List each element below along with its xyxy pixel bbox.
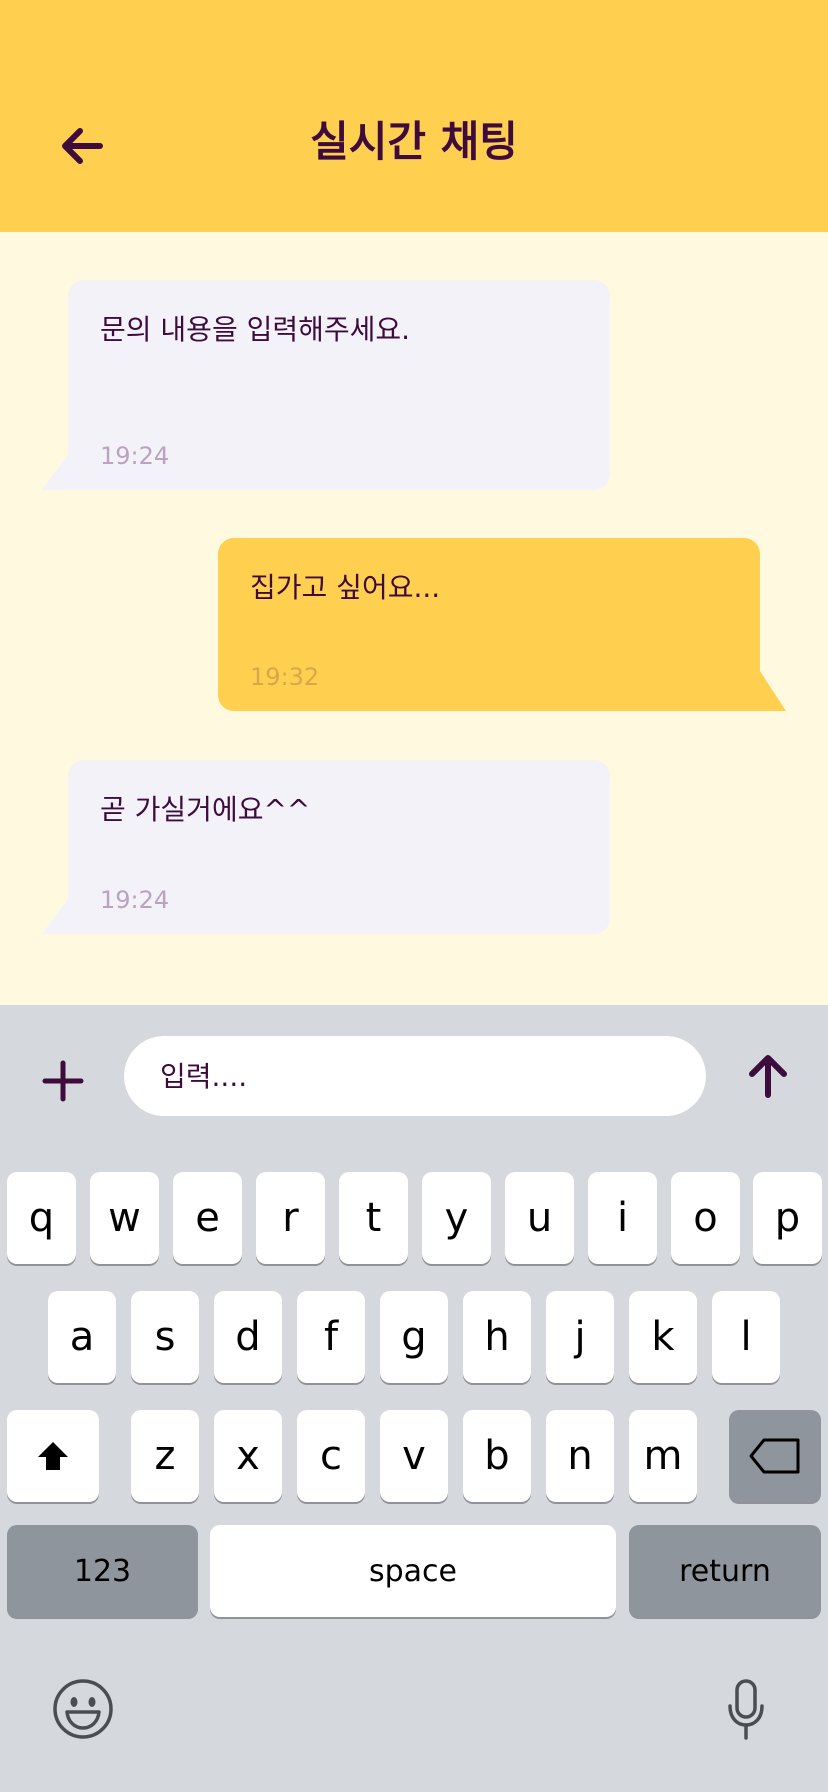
delete-key[interactable] [729,1410,821,1502]
key-c[interactable]: c [297,1410,365,1502]
message-time: 19:32 [250,663,320,691]
key-b[interactable]: b [463,1410,531,1502]
key-z[interactable]: z [131,1410,199,1502]
message-bubble-incoming: 곧 가실거에요^^ 19:24 [68,760,610,934]
microphone-button[interactable] [726,1678,766,1742]
key-t[interactable]: t [339,1172,408,1264]
message-bubble-incoming: 문의 내용을 입력해주세요. 19:24 [68,280,610,490]
emoji-icon [53,1679,113,1739]
key-f[interactable]: f [297,1291,365,1383]
key-e[interactable]: e [173,1172,242,1264]
message-input-container [124,1036,706,1116]
arrow-up-icon [749,1055,787,1098]
key-j[interactable]: j [546,1291,614,1383]
return-key[interactable]: return [629,1525,821,1617]
key-h[interactable]: h [463,1291,531,1383]
message-input[interactable] [158,1058,706,1094]
emoji-button[interactable] [52,1678,114,1740]
backspace-icon [749,1438,800,1474]
message-time: 19:24 [100,442,170,470]
key-u[interactable]: u [505,1172,574,1264]
key-i[interactable]: i [588,1172,657,1264]
microphone-icon [728,1679,764,1740]
key-v[interactable]: v [380,1410,448,1502]
key-y[interactable]: y [422,1172,491,1264]
key-d[interactable]: d [214,1291,282,1383]
key-g[interactable]: g [380,1291,448,1383]
key-o[interactable]: o [671,1172,740,1264]
message-bubble-outgoing: 집가고 싶어요... 19:32 [218,538,760,711]
key-p[interactable]: p [753,1172,822,1264]
shift-icon [38,1442,68,1470]
key-a[interactable]: a [48,1291,116,1383]
message-time: 19:24 [100,886,170,914]
message-text: 집가고 싶어요... [250,571,441,604]
key-n[interactable]: n [546,1410,614,1502]
key-k[interactable]: k [629,1291,697,1383]
key-l[interactable]: l [712,1291,780,1383]
message-text: 문의 내용을 입력해주세요. [100,313,411,346]
key-q[interactable]: q [7,1172,76,1264]
shift-key[interactable] [7,1410,99,1502]
send-button[interactable] [742,1050,794,1102]
page-title: 실시간 채팅 [310,117,518,166]
attach-button[interactable] [38,1056,88,1106]
numbers-key[interactable]: 123 [7,1525,198,1617]
key-r[interactable]: r [256,1172,325,1264]
key-x[interactable]: x [214,1410,282,1502]
plus-icon [42,1060,84,1102]
key-m[interactable]: m [629,1410,697,1502]
message-text: 곧 가실거에요^^ [100,793,311,826]
space-key[interactable]: space [210,1525,616,1617]
key-w[interactable]: w [90,1172,159,1264]
key-s[interactable]: s [131,1291,199,1383]
keyboard-area [0,1005,828,1792]
